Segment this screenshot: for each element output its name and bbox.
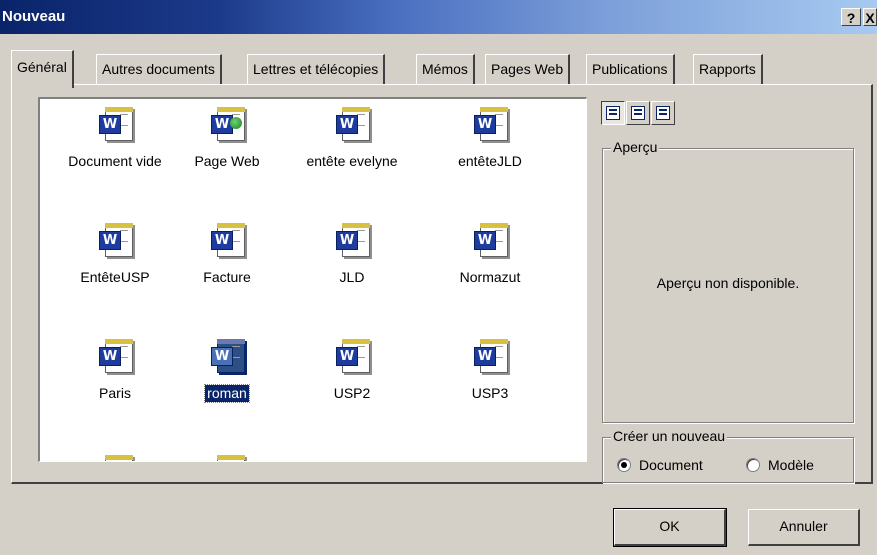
tab-memos[interactable]: Mémos — [416, 54, 475, 84]
template-item[interactable]: W Document vide — [55, 107, 175, 170]
word-document-icon: W — [209, 339, 245, 373]
word-document-icon: W — [472, 339, 508, 373]
template-item[interactable]: W entête evelyne — [292, 107, 412, 170]
radio-document-label: Document — [639, 457, 703, 473]
preview-legend: Aperçu — [611, 139, 660, 155]
template-label: entêteJLD — [458, 153, 522, 169]
word-document-icon: W — [97, 455, 133, 461]
list-view-button[interactable] — [626, 101, 650, 125]
template-label: USP2 — [333, 385, 371, 401]
template-label: Document vide — [68, 153, 162, 169]
radio-modele[interactable]: Modèle — [746, 457, 814, 473]
template-list[interactable]: W Document vide W Page Web W entête evel… — [38, 97, 587, 462]
word-document-icon: W — [209, 223, 245, 257]
template-item[interactable]: W EntêteUSP — [55, 223, 175, 286]
tab-autres-documents[interactable]: Autres documents — [96, 54, 222, 84]
tab-general[interactable]: Général — [11, 50, 74, 88]
template-label: EntêteUSP — [80, 269, 150, 285]
help-button[interactable]: ? — [841, 8, 861, 26]
cancel-button[interactable]: Annuler — [748, 509, 860, 546]
create-new-group: Créer un nouveau Document Modèle — [602, 428, 854, 483]
tab-pages-web[interactable]: Pages Web — [485, 54, 571, 84]
template-label: roman — [204, 384, 250, 403]
word-web-page-icon: W — [209, 107, 245, 141]
large-icons-view-button[interactable] — [601, 101, 625, 125]
template-label: USP3 — [471, 385, 509, 401]
preview-group: Aperçu Aperçu non disponible. — [602, 139, 854, 423]
template-item[interactable]: W USP2 — [292, 339, 412, 402]
word-document-icon: W — [472, 223, 508, 257]
tab-lettres-telecopies[interactable]: Lettres et télécopies — [247, 54, 386, 84]
template-label: Facture — [203, 269, 251, 285]
list-view-icon — [631, 106, 645, 120]
template-item[interactable]: W Page Web — [167, 107, 287, 170]
template-item[interactable]: W Paris — [55, 339, 175, 402]
preview-message: Aperçu non disponible. — [656, 275, 800, 291]
close-button[interactable]: X — [863, 8, 877, 26]
details-view-icon — [656, 106, 670, 120]
word-document-icon: W — [334, 339, 370, 373]
template-label: Paris — [99, 385, 131, 401]
radio-unchecked-icon — [746, 458, 760, 472]
template-label: entête evelyne — [306, 153, 398, 169]
template-item-selected[interactable]: W roman — [167, 339, 287, 403]
word-document-icon: W — [472, 107, 508, 141]
radio-checked-icon — [617, 458, 631, 472]
tab-publications[interactable]: Publications — [586, 54, 675, 84]
word-document-icon: W — [97, 339, 133, 373]
word-document-icon: W — [334, 223, 370, 257]
large-icons-view-icon — [606, 106, 620, 120]
template-item[interactable]: W — [167, 455, 287, 461]
radio-document[interactable]: Document — [617, 457, 703, 473]
create-new-legend: Créer un nouveau — [611, 428, 728, 444]
tab-rapports[interactable]: Rapports — [693, 54, 763, 84]
template-label: JLD — [339, 269, 365, 285]
template-label: Page Web — [194, 153, 260, 169]
details-view-button[interactable] — [651, 101, 675, 125]
window-title: Nouveau — [2, 8, 66, 25]
template-item[interactable]: W USP3 — [430, 339, 550, 402]
template-item[interactable]: W entêteJLD — [430, 107, 550, 170]
word-document-icon: W — [334, 107, 370, 141]
ok-button[interactable]: OK — [613, 508, 727, 547]
radio-modele-label: Modèle — [768, 457, 814, 473]
template-item[interactable]: W Normazut — [430, 223, 550, 286]
word-document-icon: W — [209, 455, 245, 461]
template-label: Normazut — [459, 269, 521, 285]
template-item[interactable]: W — [55, 455, 175, 461]
word-document-icon: W — [97, 223, 133, 257]
template-item[interactable]: W JLD — [292, 223, 412, 286]
template-item[interactable]: W Facture — [167, 223, 287, 286]
title-bar: Nouveau ? X — [0, 0, 877, 34]
word-document-icon: W — [97, 107, 133, 141]
